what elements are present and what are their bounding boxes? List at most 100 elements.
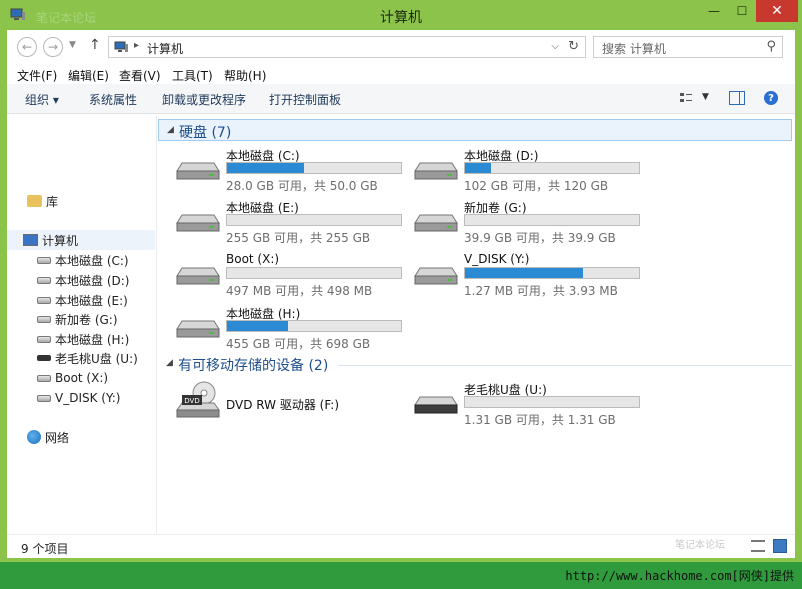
- drive-tile-d[interactable]: 本地磁盘 (D:) 102 GB 可用，共 120 GB: [398, 145, 640, 193]
- dvd-drive-icon: DVD: [176, 381, 220, 418]
- sidebar-item-drive-x[interactable]: Boot (X:): [37, 368, 108, 388]
- chevron-down-icon[interactable]: ▼: [702, 92, 709, 102]
- drive-tile-u[interactable]: 老毛桃U盘 (U:) 1.31 GB 可用，共 1.31 GB: [398, 379, 640, 427]
- drive-space-info: 497 MB 可用，共 498 MB: [226, 284, 373, 298]
- computer-icon: [23, 234, 38, 246]
- address-dropdown-icon[interactable]: ⌵: [551, 41, 559, 52]
- sidebar-item-label: 本地磁盘 (D:): [55, 273, 130, 288]
- drive-usage-bar: [464, 162, 640, 174]
- organize-button[interactable]: 组织 ▾: [25, 91, 59, 108]
- group-header-removable[interactable]: ◢ 有可移动存储的设备 (2): [158, 353, 792, 375]
- hard-drive-icon: [176, 162, 220, 180]
- breadcrumb[interactable]: 计算机: [147, 40, 183, 57]
- sidebar-item-computer[interactable]: 计算机: [7, 230, 155, 250]
- refresh-icon[interactable]: ↻: [568, 39, 579, 54]
- hard-drive-icon: [414, 214, 458, 232]
- arrow-right-icon: →: [47, 40, 59, 54]
- group-divider: [338, 365, 792, 366]
- hard-drive-icon: [176, 267, 220, 285]
- sidebar-item-drive-u[interactable]: 老毛桃U盘 (U:): [37, 348, 138, 368]
- address-row: ← → ▼ ↑ ▸ 计算机 ⌵ ↻ 搜索 计算机 ⚲: [7, 30, 795, 62]
- sidebar-item-label: 本地磁盘 (E:): [55, 293, 128, 308]
- drive-tile-y[interactable]: V_DISK (Y:) 1.27 MB 可用，共 3.93 MB: [398, 250, 640, 298]
- collapse-icon[interactable]: ◢: [167, 125, 174, 135]
- up-button[interactable]: ↑: [89, 37, 101, 53]
- close-button[interactable]: ✕: [756, 0, 798, 22]
- minimize-icon: —: [708, 4, 720, 18]
- menu-tools[interactable]: 工具(T): [172, 67, 213, 84]
- drive-name: DVD RW 驱动器 (F:): [226, 398, 340, 412]
- drive-space-info: 28.0 GB 可用，共 50.0 GB: [226, 179, 378, 193]
- search-input[interactable]: 搜索 计算机 ⚲: [593, 36, 783, 58]
- breadcrumb-separator-icon[interactable]: ▸: [134, 40, 139, 51]
- sidebar-item-drive-y[interactable]: V_DISK (Y:): [37, 388, 120, 408]
- hard-drive-icon: [37, 256, 51, 264]
- open-control-panel-button[interactable]: 打开控制面板: [269, 91, 341, 108]
- sidebar-item-drive-g[interactable]: 新加卷 (G:): [37, 309, 118, 329]
- sidebar-item-label: 本地磁盘 (H:): [55, 332, 130, 347]
- sidebar-item-label: V_DISK (Y:): [55, 391, 121, 405]
- maximize-button[interactable]: ☐: [728, 0, 756, 22]
- sidebar-item-drive-h[interactable]: 本地磁盘 (H:): [37, 329, 129, 349]
- sidebar-item-label: 本地磁盘 (C:): [55, 253, 129, 268]
- drive-space-info: 1.31 GB 可用，共 1.31 GB: [464, 413, 616, 427]
- uninstall-program-button[interactable]: 卸载或更改程序: [162, 91, 246, 108]
- item-count: 9 个项目: [21, 542, 69, 556]
- sidebar-item-label: 网络: [45, 430, 70, 445]
- footer-banner: http://www.hackhome.com[网侠]提供: [0, 562, 802, 589]
- search-icon[interactable]: ⚲: [766, 39, 776, 54]
- back-button[interactable]: ←: [17, 37, 37, 57]
- navigation-pane: 库 计算机 本地磁盘 (C:) 本地磁盘 (D:) 本地磁盘 (E:) 新加卷 …: [7, 115, 157, 533]
- menu-bar: 文件(F) 编辑(E) 查看(V) 工具(T) 帮助(H): [7, 64, 795, 84]
- preview-pane-icon[interactable]: [729, 91, 745, 105]
- hard-drive-icon: [37, 315, 51, 323]
- menu-edit[interactable]: 编辑(E): [68, 67, 109, 84]
- drive-tile-x[interactable]: Boot (X:) 497 MB 可用，共 498 MB: [160, 250, 402, 298]
- drive-tile-c[interactable]: 本地磁盘 (C:) 28.0 GB 可用，共 50.0 GB: [160, 145, 402, 193]
- dvd-icon-label: DVD: [184, 397, 199, 405]
- drive-usage-bar: [464, 396, 640, 408]
- group-title: 硬盘 (7): [179, 125, 232, 141]
- footer-credit: http://www.hackhome.com[网侠]提供: [565, 569, 794, 583]
- large-icons-view-icon[interactable]: [773, 539, 787, 553]
- window-title: 计算机: [380, 10, 422, 26]
- forward-button[interactable]: →: [43, 37, 63, 57]
- hard-drive-icon: [37, 276, 51, 284]
- sidebar-item-network[interactable]: 网络: [27, 427, 69, 447]
- chevron-down-icon: ▼: [69, 40, 76, 50]
- drive-tile-g[interactable]: 新加卷 (G:) 39.9 GB 可用，共 39.9 GB: [398, 197, 640, 245]
- details-view-icon[interactable]: [751, 540, 765, 552]
- title-bar[interactable]: 笔记本论坛 计算机 — ☐ ✕: [0, 0, 802, 30]
- sidebar-item-drive-d[interactable]: 本地磁盘 (D:): [37, 270, 129, 290]
- drive-usage-fill: [465, 268, 583, 278]
- menu-file[interactable]: 文件(F): [17, 67, 57, 84]
- drive-usage-bar: [226, 214, 402, 226]
- maximize-icon: ☐: [736, 4, 748, 18]
- drive-space-info: 39.9 GB 可用，共 39.9 GB: [464, 231, 616, 245]
- hard-drive-icon: [37, 335, 51, 343]
- drive-tile-e[interactable]: 本地磁盘 (E:) 255 GB 可用，共 255 GB: [160, 197, 402, 245]
- help-icon[interactable]: ?: [764, 91, 778, 105]
- address-bar[interactable]: ▸ 计算机 ⌵ ↻: [108, 36, 586, 58]
- network-icon: [27, 430, 41, 444]
- menu-view[interactable]: 查看(V): [119, 67, 161, 84]
- drive-usage-bar: [226, 162, 402, 174]
- system-properties-button[interactable]: 系统属性: [89, 91, 137, 108]
- collapse-icon[interactable]: ◢: [166, 358, 173, 368]
- recent-locations-button[interactable]: ▼: [69, 40, 76, 50]
- sidebar-item-drive-e[interactable]: 本地磁盘 (E:): [37, 290, 128, 310]
- library-folder-icon: [27, 195, 42, 207]
- drive-tile-dvd[interactable]: DVD DVD RW 驱动器 (F:): [160, 379, 400, 423]
- group-header-hard-drives[interactable]: ◢ 硬盘 (7): [158, 119, 792, 141]
- drive-tile-h[interactable]: 本地磁盘 (H:) 455 GB 可用，共 698 GB: [160, 303, 402, 351]
- drive-usage-bar: [226, 267, 402, 279]
- menu-help[interactable]: 帮助(H): [224, 67, 266, 84]
- sidebar-item-libraries[interactable]: 库: [27, 191, 58, 211]
- toolbar: 组织 ▾ 系统属性 卸载或更改程序 打开控制面板 ▼ ?: [7, 84, 795, 114]
- sidebar-item-label: 计算机: [42, 233, 79, 248]
- change-view-icon[interactable]: [679, 91, 693, 105]
- sidebar-item-drive-c[interactable]: 本地磁盘 (C:): [37, 250, 129, 270]
- status-bar: 9 个项目 笔记本论坛: [7, 534, 795, 558]
- hard-drive-icon: [37, 394, 51, 402]
- minimize-button[interactable]: —: [700, 0, 728, 22]
